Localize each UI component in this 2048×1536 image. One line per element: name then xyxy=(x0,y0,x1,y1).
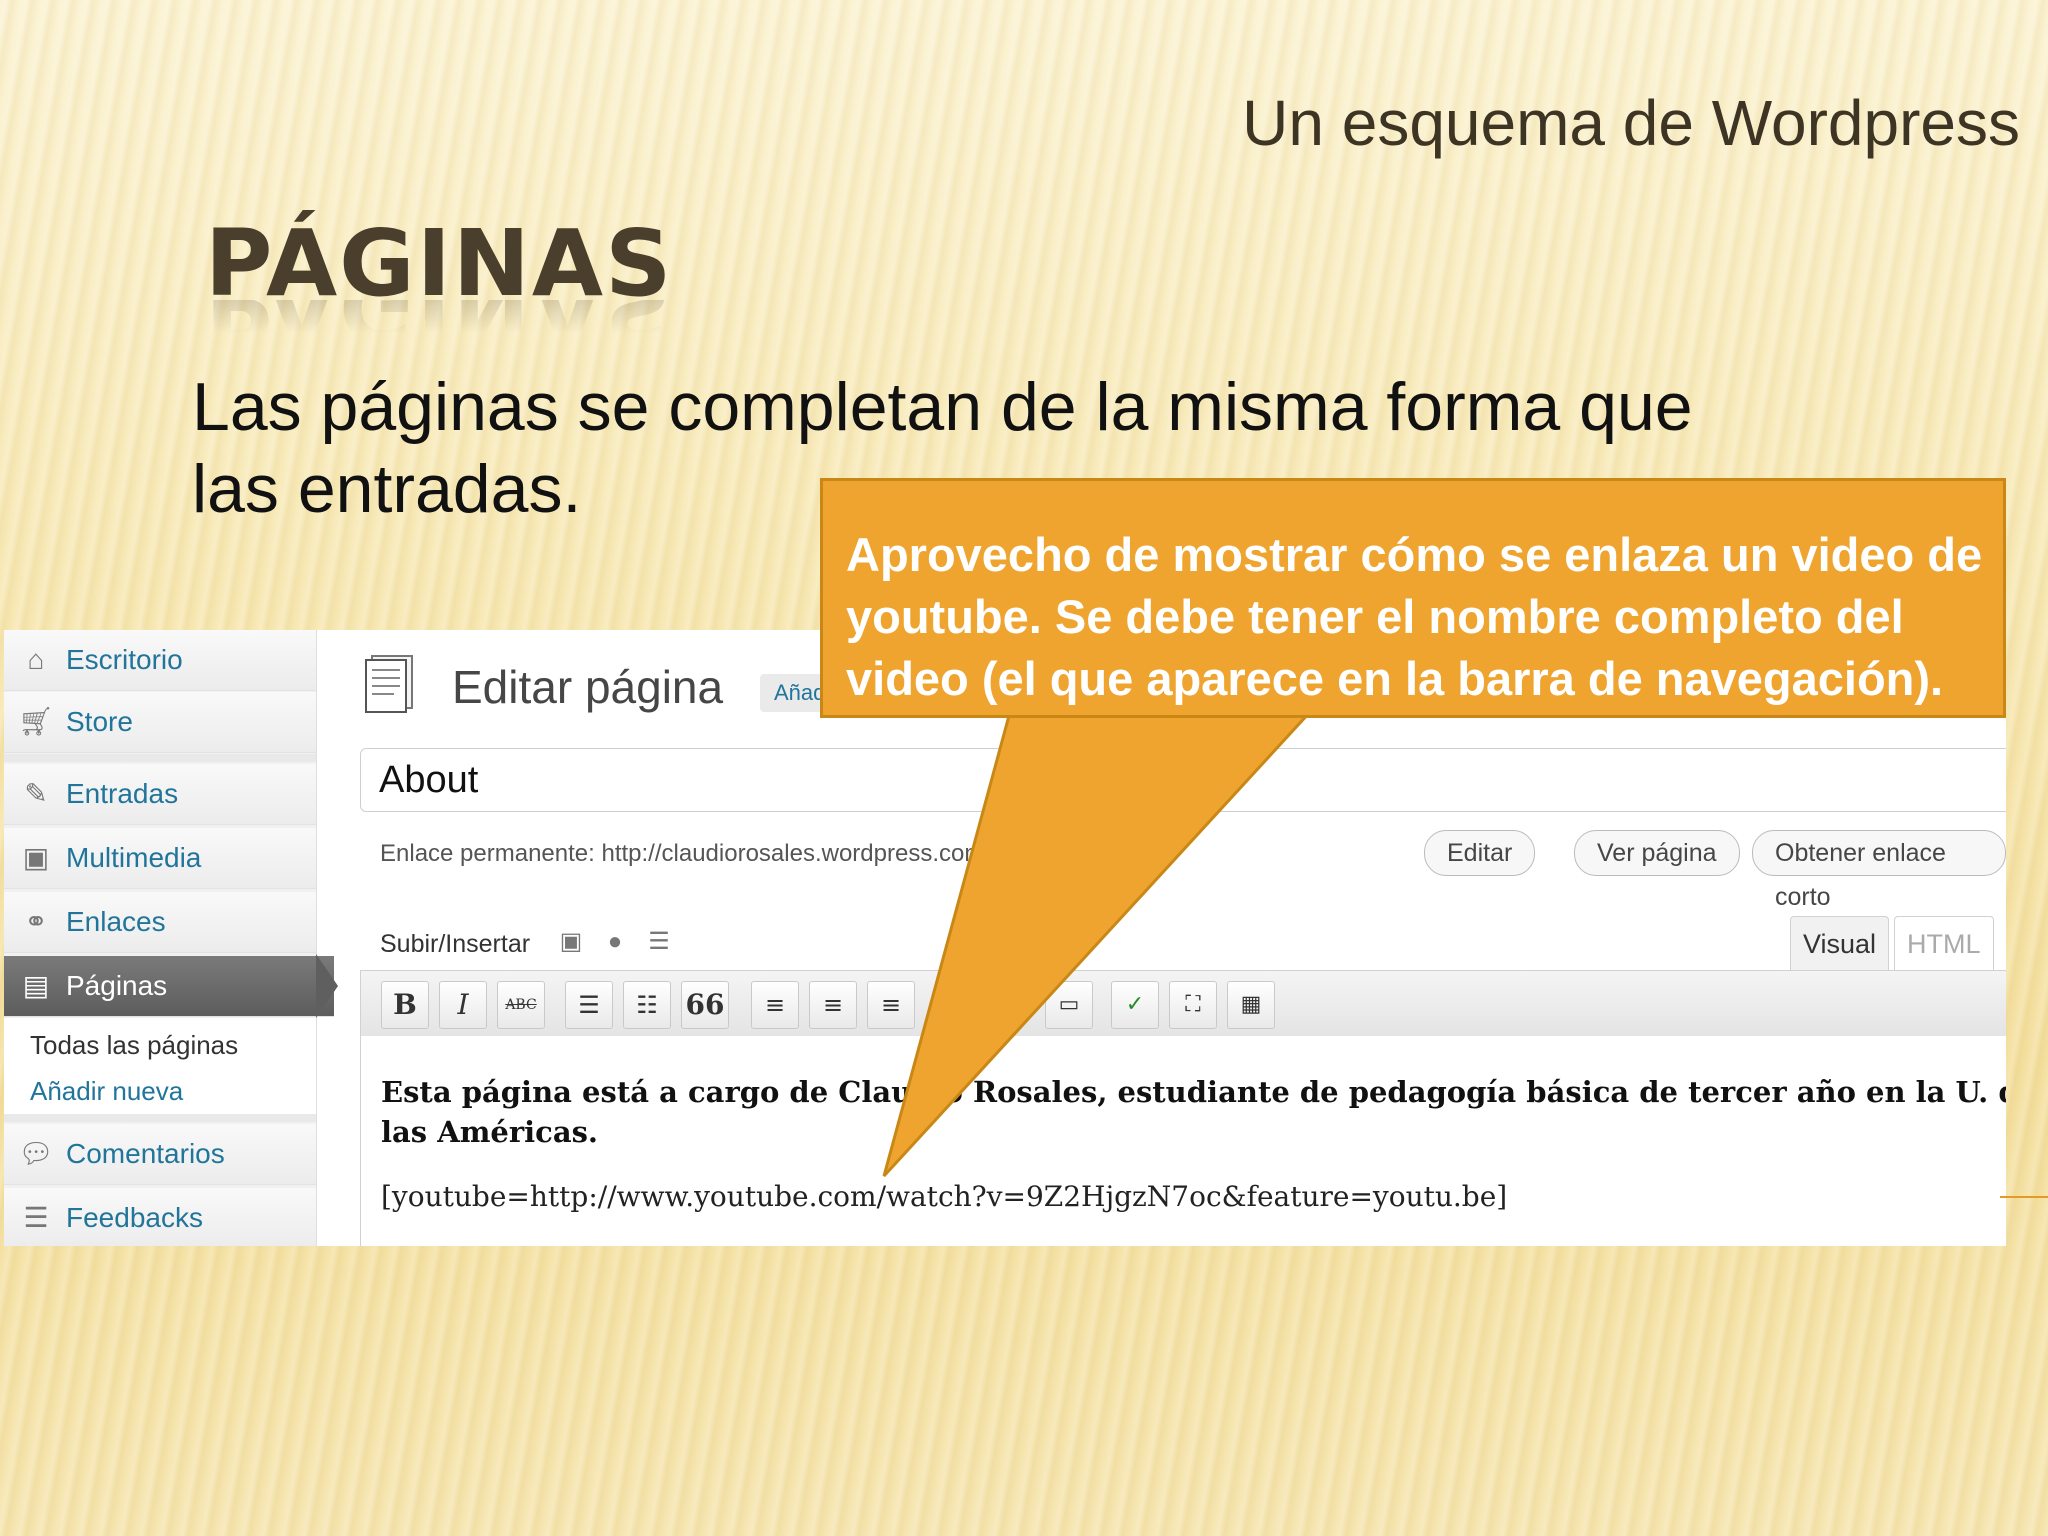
submenu-todas-las-paginas[interactable]: Todas las páginas xyxy=(30,1030,238,1061)
sidebar-item-enlaces[interactable]: ⚭ Enlaces xyxy=(4,892,316,953)
submenu-anadir-nueva[interactable]: Añadir nueva xyxy=(30,1076,183,1107)
bold-button[interactable]: B xyxy=(381,981,429,1029)
tab-html[interactable]: HTML xyxy=(1894,916,1994,971)
sidebar-item-label: Store xyxy=(66,706,133,737)
align-right-icon[interactable]: ≡ xyxy=(867,981,915,1029)
kitchen-sink-icon[interactable]: ▦ xyxy=(1227,981,1275,1029)
link-icon: ⚭ xyxy=(24,906,48,937)
paginas-submenu: Todas las páginas Añadir nueva xyxy=(4,1018,316,1114)
wordpress-screenshot: ⌂ Escritorio 🛒︎ Store ✎ Entradas ▣ Multi… xyxy=(4,630,2006,1246)
sidebar-item-entradas[interactable]: ✎ Entradas xyxy=(4,764,316,825)
get-shortlink-button[interactable]: Obtener enlace corto xyxy=(1752,830,2006,911)
cart-icon: 🛒︎ xyxy=(18,706,54,737)
admin-sidebar: ⌂ Escritorio 🛒︎ Store ✎ Entradas ▣ Multi… xyxy=(4,630,334,1246)
italic-button[interactable]: I xyxy=(439,981,487,1029)
numbered-list-icon[interactable]: ☷ xyxy=(623,981,671,1029)
sidebar-item-paginas[interactable]: ▤ Páginas xyxy=(4,956,334,1017)
home-icon: ⌂ xyxy=(27,644,45,675)
sidebar-item-store[interactable]: 🛒︎ Store xyxy=(4,692,316,753)
page-title-input[interactable]: About xyxy=(360,748,2006,812)
media-icon: ▣ xyxy=(22,842,50,873)
permalink-label: Enlace permanente: xyxy=(380,840,595,867)
editor-paragraph: Esta página está a cargo de Claudio Rosa… xyxy=(381,1075,2006,1149)
tab-visual[interactable]: Visual xyxy=(1790,916,1890,971)
sidebar-item-label: Páginas xyxy=(66,970,168,1001)
editor-content-area[interactable]: Esta página está a cargo de Claudio Rosa… xyxy=(360,1036,2006,1246)
align-center-icon[interactable]: ≡ xyxy=(809,981,857,1029)
pin-icon: ✎ xyxy=(24,778,48,809)
slide-subtitle: Un esquema de Wordpress xyxy=(1242,87,2020,159)
editor-toolbar: B I ABC ☰ ☷ 66 ≡ ≡ ≡ ▭ ✓ ⛶ ▦ xyxy=(360,970,2006,1038)
permalink-url[interactable]: http://claudiorosales.wordpress.com/abou… xyxy=(601,840,1057,867)
upload-insert-label: Subir/Insertar xyxy=(380,930,531,958)
bullet-list-icon[interactable]: ☰ xyxy=(565,981,613,1029)
add-media-icon[interactable]: ● xyxy=(598,926,632,958)
permalink: Enlace permanente: http://claudiorosales… xyxy=(380,840,1058,868)
youtube-shortcode: [youtube=http://www.youtube.com/watch?v=… xyxy=(381,1180,1508,1213)
sidebar-item-feedbacks[interactable]: ☰ Feedbacks xyxy=(4,1188,316,1246)
add-image-icon[interactable]: ▣ xyxy=(554,926,588,958)
edit-permalink-button[interactable]: Editar xyxy=(1424,830,1536,876)
page-icon xyxy=(365,655,413,713)
feedback-icon: ☰ xyxy=(23,1202,49,1233)
align-left-icon[interactable]: ≡ xyxy=(751,981,799,1029)
sidebar-item-multimedia[interactable]: ▣ Multimedia xyxy=(4,828,316,889)
slide-title-reflection: PÁGINAS xyxy=(205,300,674,360)
sidebar-item-label: Escritorio xyxy=(66,644,183,675)
strikethrough-button[interactable]: ABC xyxy=(497,981,545,1029)
sidebar-item-escritorio[interactable]: ⌂ Escritorio xyxy=(4,630,316,691)
page-heading: Editar página xyxy=(452,661,724,713)
pages-icon: ▤ xyxy=(22,970,50,1001)
callout-text: Aprovecho de mostrar cómo se enlaza un v… xyxy=(846,528,1983,705)
sidebar-item-label: Feedbacks xyxy=(66,1202,203,1233)
sidebar-item-label: Entradas xyxy=(66,778,179,809)
sidebar-divider xyxy=(4,754,316,762)
sidebar-item-label: Enlaces xyxy=(66,906,166,937)
decorative-line xyxy=(2000,1196,2048,1198)
sidebar-divider xyxy=(4,1114,316,1122)
spellcheck-icon[interactable]: ✓ xyxy=(1111,981,1159,1029)
sidebar-item-label: Comentarios xyxy=(66,1138,225,1169)
view-page-button[interactable]: Ver página xyxy=(1574,830,1740,876)
editor-main: Editar página Añadir nueva About Enlace … xyxy=(316,630,2006,1246)
comment-icon: 💬︎ xyxy=(18,1138,54,1169)
more-tag-icon[interactable]: ▭ xyxy=(1045,981,1093,1029)
sidebar-item-comentarios[interactable]: 💬︎ Comentarios xyxy=(4,1124,316,1185)
sidebar-item-label: Multimedia xyxy=(66,842,202,873)
add-form-icon[interactable]: ☰ xyxy=(642,926,676,958)
fullscreen-icon[interactable]: ⛶ xyxy=(1169,981,1217,1029)
blockquote-button[interactable]: 66 xyxy=(681,981,729,1029)
